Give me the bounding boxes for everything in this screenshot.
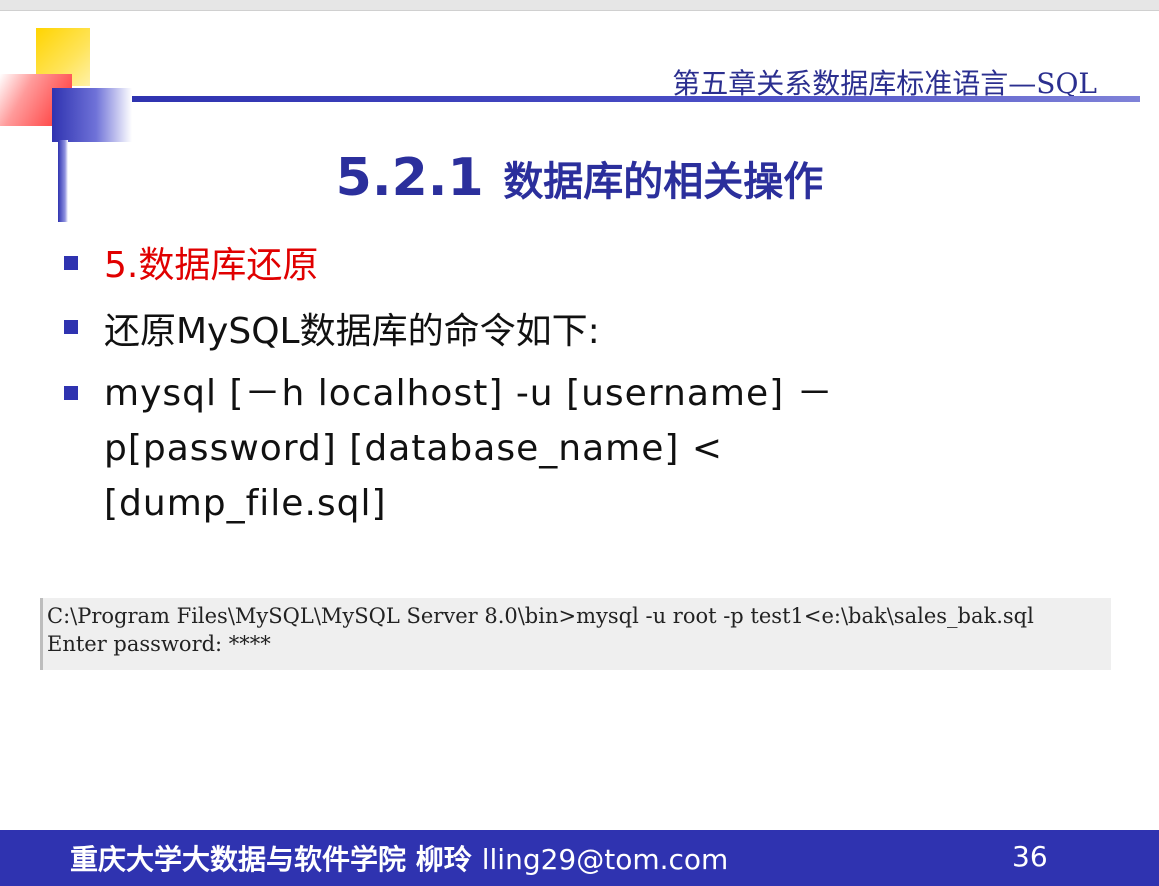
bullet-item-command-intro: 还原MySQL数据库的命令如下: — [104, 311, 600, 352]
page-number: 36 — [1012, 840, 1048, 873]
bullet-icon — [64, 320, 78, 334]
command-syntax-line: mysql [－h localhost] -u [username] － — [104, 373, 834, 414]
section-number: 5.2.1 — [335, 148, 484, 208]
bullet-item-command-syntax: mysql [－h localhost] -u [username] － p[p… — [104, 366, 834, 531]
slide-title: 5.2.1 数据库的相关操作 — [0, 148, 1159, 208]
terminal-output: C:\Program Files\MySQL\MySQL Server 8.0\… — [40, 598, 1111, 670]
footer-email: lling29@tom.com — [481, 843, 729, 876]
bullet-icon — [64, 256, 78, 270]
bullet-icon — [64, 386, 78, 400]
footer-credit: 重庆大学大数据与软件学院 柳玲 lling29@tom.com — [70, 838, 728, 878]
footer-institution: 重庆大学大数据与软件学院 柳玲 — [70, 843, 472, 876]
decorative-blue-square — [52, 88, 132, 142]
command-syntax-line: p[password] [database_name] < — [104, 428, 723, 469]
top-strip — [0, 0, 1159, 11]
command-syntax-line: [dump_file.sql] — [104, 483, 387, 524]
header-divider — [132, 96, 1140, 102]
terminal-password-line: Enter password: **** — [47, 632, 271, 656]
section-heading: 数据库的相关操作 — [503, 159, 824, 205]
terminal-command-line: C:\Program Files\MySQL\MySQL Server 8.0\… — [47, 604, 1034, 628]
bullet-item-restore-heading: 5.数据库还原 — [104, 245, 319, 286]
footer-bar: 重庆大学大数据与软件学院 柳玲 lling29@tom.com 36 — [0, 830, 1159, 886]
